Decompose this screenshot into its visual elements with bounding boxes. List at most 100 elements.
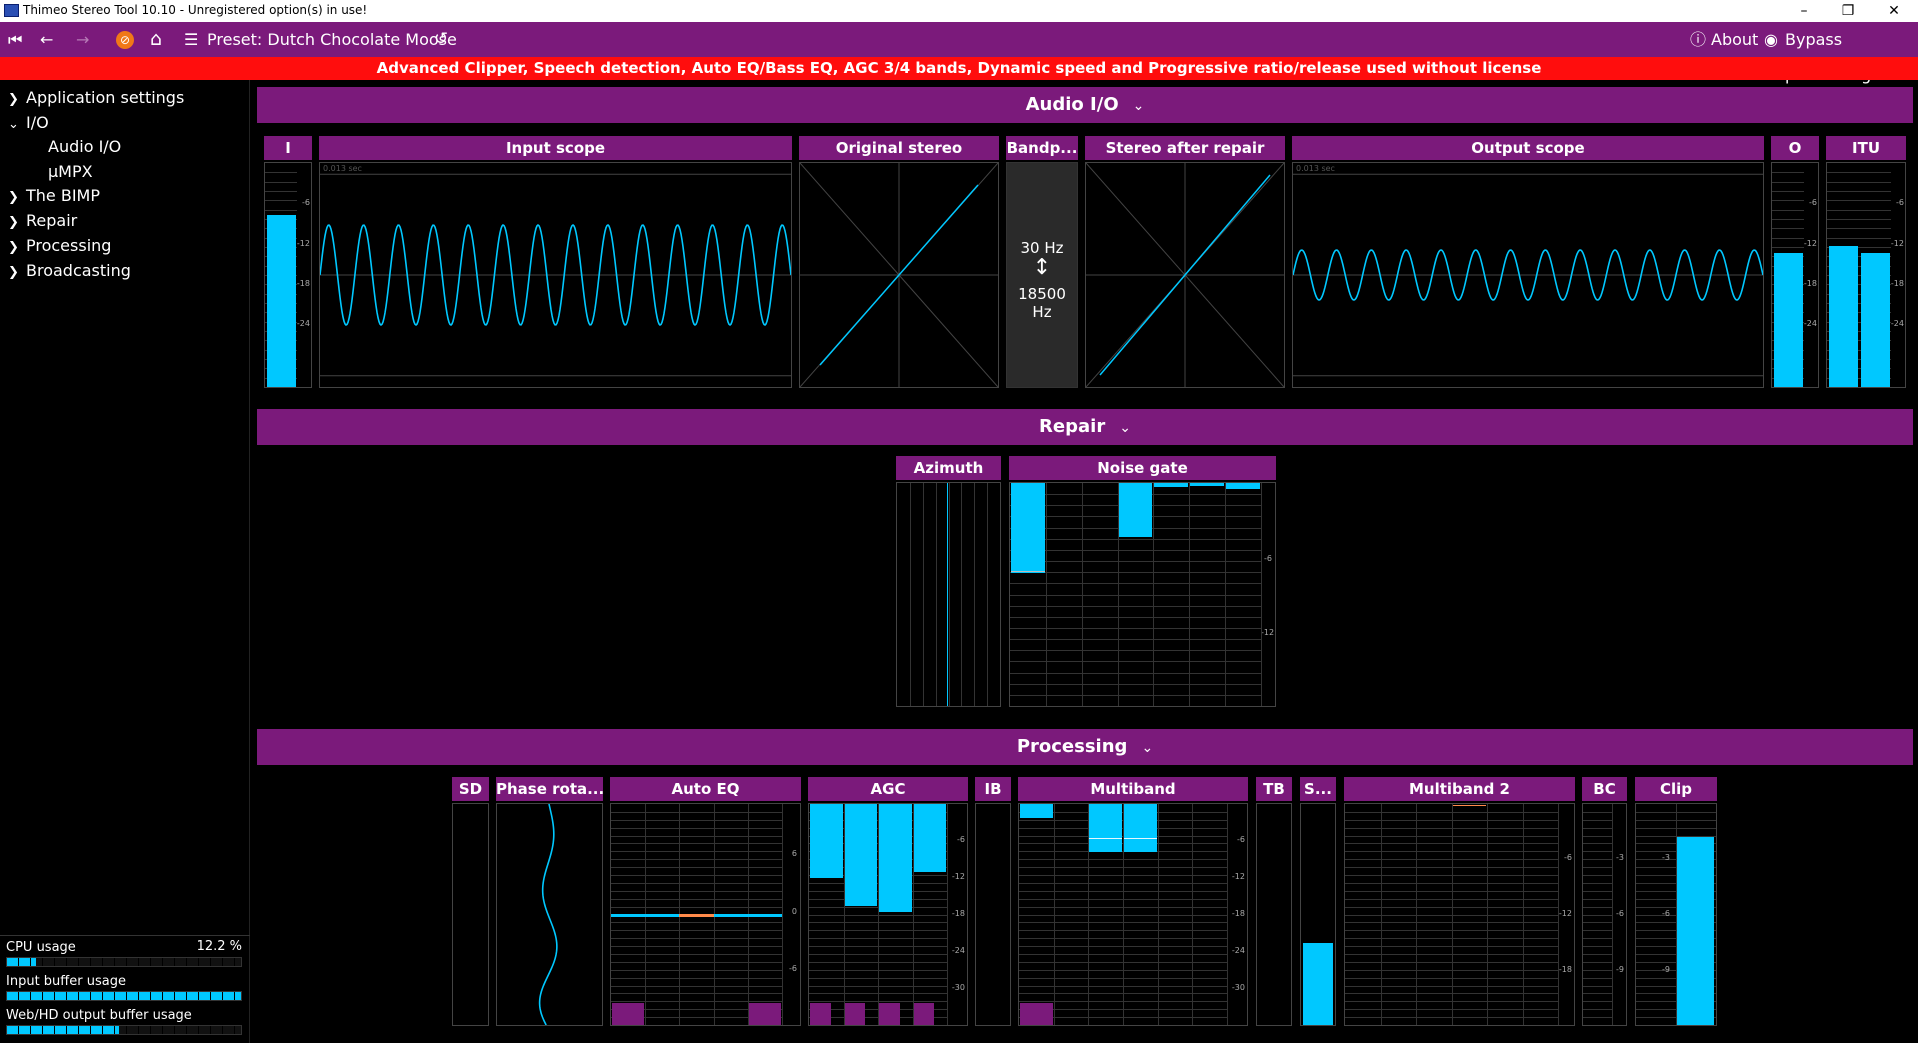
section-header-audio-io[interactable]: Audio I/O ⌄	[257, 87, 1913, 123]
original-stereo-panel[interactable]: Original stereo	[799, 136, 999, 388]
panel-gridline	[611, 930, 782, 932]
window-title: Thimeo Stereo Tool 10.10 - Unregistered …	[23, 3, 368, 17]
output-buffer-bar	[6, 1025, 242, 1035]
close-button[interactable]: ✕	[1874, 1, 1914, 21]
ib-panel[interactable]: IB	[975, 777, 1011, 1026]
output-scope-panel[interactable]: Output scope 0.013 sec	[1292, 136, 1764, 388]
azimuth-display	[896, 482, 1001, 707]
section-header-processing[interactable]: Processing ⌄	[257, 729, 1913, 765]
multiband-target-line	[1089, 838, 1122, 839]
azimuth-panel[interactable]: Azimuth	[896, 456, 1001, 707]
multiband2-panel[interactable]: Multiband 2 -6 -12 -18	[1344, 777, 1575, 1026]
bandpass-range-arrow-icon: ↕	[1032, 255, 1052, 280]
meter-gridline	[1827, 219, 1891, 220]
meter-tick-label: -30	[1231, 983, 1245, 992]
meter-tick-label: -6	[1662, 909, 1670, 918]
panel-gridline	[1019, 953, 1227, 955]
bypass-radio-icon[interactable]: ◉	[1764, 22, 1778, 57]
minimize-button[interactable]: –	[1784, 1, 1824, 21]
input-buffer-usage: Input buffer usage	[6, 973, 242, 1001]
meter-tick-label: -18	[1890, 278, 1904, 288]
chevron-right-icon: ❯	[8, 265, 19, 280]
chevron-right-icon: ❯	[8, 92, 19, 107]
panel-gridline	[611, 898, 782, 900]
panel-gridline	[1019, 938, 1227, 940]
meter-tick-label: -24	[1890, 319, 1904, 329]
noise-gate-band-bar	[1226, 483, 1260, 489]
panel-gridline	[1345, 1017, 1558, 1019]
noise-gate-panel[interactable]: Noise gate -6 -12	[1009, 456, 1276, 707]
preset-label[interactable]: Preset: Dutch Chocolate Moose	[207, 22, 457, 57]
sidebar-item-io[interactable]: ⌄ I/O	[0, 111, 49, 135]
sidebar-item-broadcasting[interactable]: ❯ Broadcasting	[0, 259, 131, 283]
agc-panel[interactable]: AGC -6 -12 -18 -24 -30	[808, 777, 968, 1026]
panel-gridline	[1583, 811, 1612, 813]
sidebar-item-audio-io[interactable]: Audio I/O	[48, 135, 121, 159]
meter-gridline	[1772, 191, 1804, 192]
multiband2-peak-marker	[1452, 805, 1486, 806]
meter-tick-label: 0	[791, 907, 797, 916]
auto-eq-panel[interactable]: Auto EQ 6 0 -6	[610, 777, 801, 1026]
stereo-after-repair-panel[interactable]: Stereo after repair	[1085, 136, 1285, 388]
sidebar-item-the-bimp[interactable]: ❯ The BIMP	[0, 184, 100, 208]
thimeo-logo-icon[interactable]: ⊘	[116, 31, 134, 49]
meter-tick-label: -6	[302, 198, 310, 208]
meter-tick-label: -18	[296, 278, 310, 288]
panel-gridline	[1019, 890, 1227, 892]
panel-gridline	[1345, 922, 1558, 924]
sidebar-item-application-settings[interactable]: ❯ Application settings	[0, 86, 184, 110]
noise-gate-band-bar	[1118, 483, 1153, 537]
panel-gridline	[1345, 898, 1558, 900]
section-header-repair[interactable]: Repair ⌄	[257, 409, 1913, 445]
meter-tick-label: -3	[1616, 853, 1624, 862]
clipper-panel[interactable]: Clip -3 -6 -9	[1635, 777, 1717, 1026]
cpu-usage-bar	[6, 957, 242, 967]
panel-gridline	[1345, 867, 1558, 869]
panel-gridline	[1010, 650, 1261, 652]
panel-gridline	[1010, 627, 1261, 629]
phase-rotator-panel[interactable]: Phase rota...	[496, 777, 603, 1026]
bandpass-panel[interactable]: Bandp... 30 Hz ↕ 18500 Hz	[1006, 136, 1078, 388]
about-button[interactable]: About	[1711, 22, 1758, 57]
input-scope-panel[interactable]: Input scope 0.013 sec	[319, 136, 792, 388]
sidebar-item-repair[interactable]: ❯ Repair	[0, 209, 77, 233]
restore-button[interactable]: ❐	[1828, 1, 1868, 21]
input-level-meter[interactable]: I -6 -12 -18 -24	[264, 136, 312, 388]
forward-arrow-icon[interactable]: →	[76, 22, 89, 57]
sidebar-item-umpx[interactable]: µMPX	[48, 160, 93, 184]
bypass-processing-button[interactable]: Bypass processing	[1785, 22, 1918, 84]
panel-gridline	[1345, 882, 1558, 884]
auto-eq-band-marker	[612, 1003, 645, 1025]
s-panel[interactable]: S...	[1300, 777, 1336, 1026]
output-level-meter[interactable]: O -6 -12 -18 -24	[1771, 136, 1819, 388]
sidebar-item-processing[interactable]: ❯ Processing	[0, 234, 111, 258]
back-arrow-icon[interactable]: ←	[40, 22, 53, 57]
agc-band-bar	[879, 804, 912, 912]
panel-gridline	[1019, 993, 1227, 995]
multiband-panel[interactable]: Multiband -6 -12 -18 -24 -30	[1018, 777, 1248, 1026]
panel-gridline	[611, 993, 782, 995]
home-icon[interactable]: ⌂	[150, 22, 162, 57]
tb-panel[interactable]: TB	[1256, 777, 1292, 1026]
cpu-usage: CPU usage 12.2 %	[6, 939, 242, 967]
speech-detection-panel[interactable]: SD	[452, 777, 489, 1026]
meter-gridline	[1772, 181, 1804, 183]
agc-band-marker	[844, 1003, 865, 1025]
panel-gridline	[1345, 859, 1558, 861]
panel-gridline	[611, 977, 782, 979]
preset-list-icon[interactable]: ☰	[184, 22, 198, 57]
bass-clipper-panel[interactable]: BC -3 -6 -9	[1582, 777, 1627, 1026]
info-icon[interactable]: ⓘ	[1690, 22, 1706, 57]
auto-eq-display: 6 0 -6	[610, 803, 801, 1026]
skip-back-icon[interactable]: ⏮	[8, 22, 22, 57]
meter-tick-label: -24	[1803, 319, 1817, 329]
panel-gridline	[935, 483, 937, 706]
panel-gridline	[1019, 961, 1227, 963]
itu-loudness-meter[interactable]: ITU -6 -12 -18 -24	[1826, 136, 1906, 388]
reload-icon[interactable]: ↺	[434, 22, 448, 57]
panel-gridline	[1345, 827, 1558, 829]
panel-gridline	[1019, 985, 1227, 987]
panel-gridline	[611, 819, 782, 821]
panel-gridline	[1583, 985, 1612, 987]
panel-gridline	[611, 811, 782, 813]
